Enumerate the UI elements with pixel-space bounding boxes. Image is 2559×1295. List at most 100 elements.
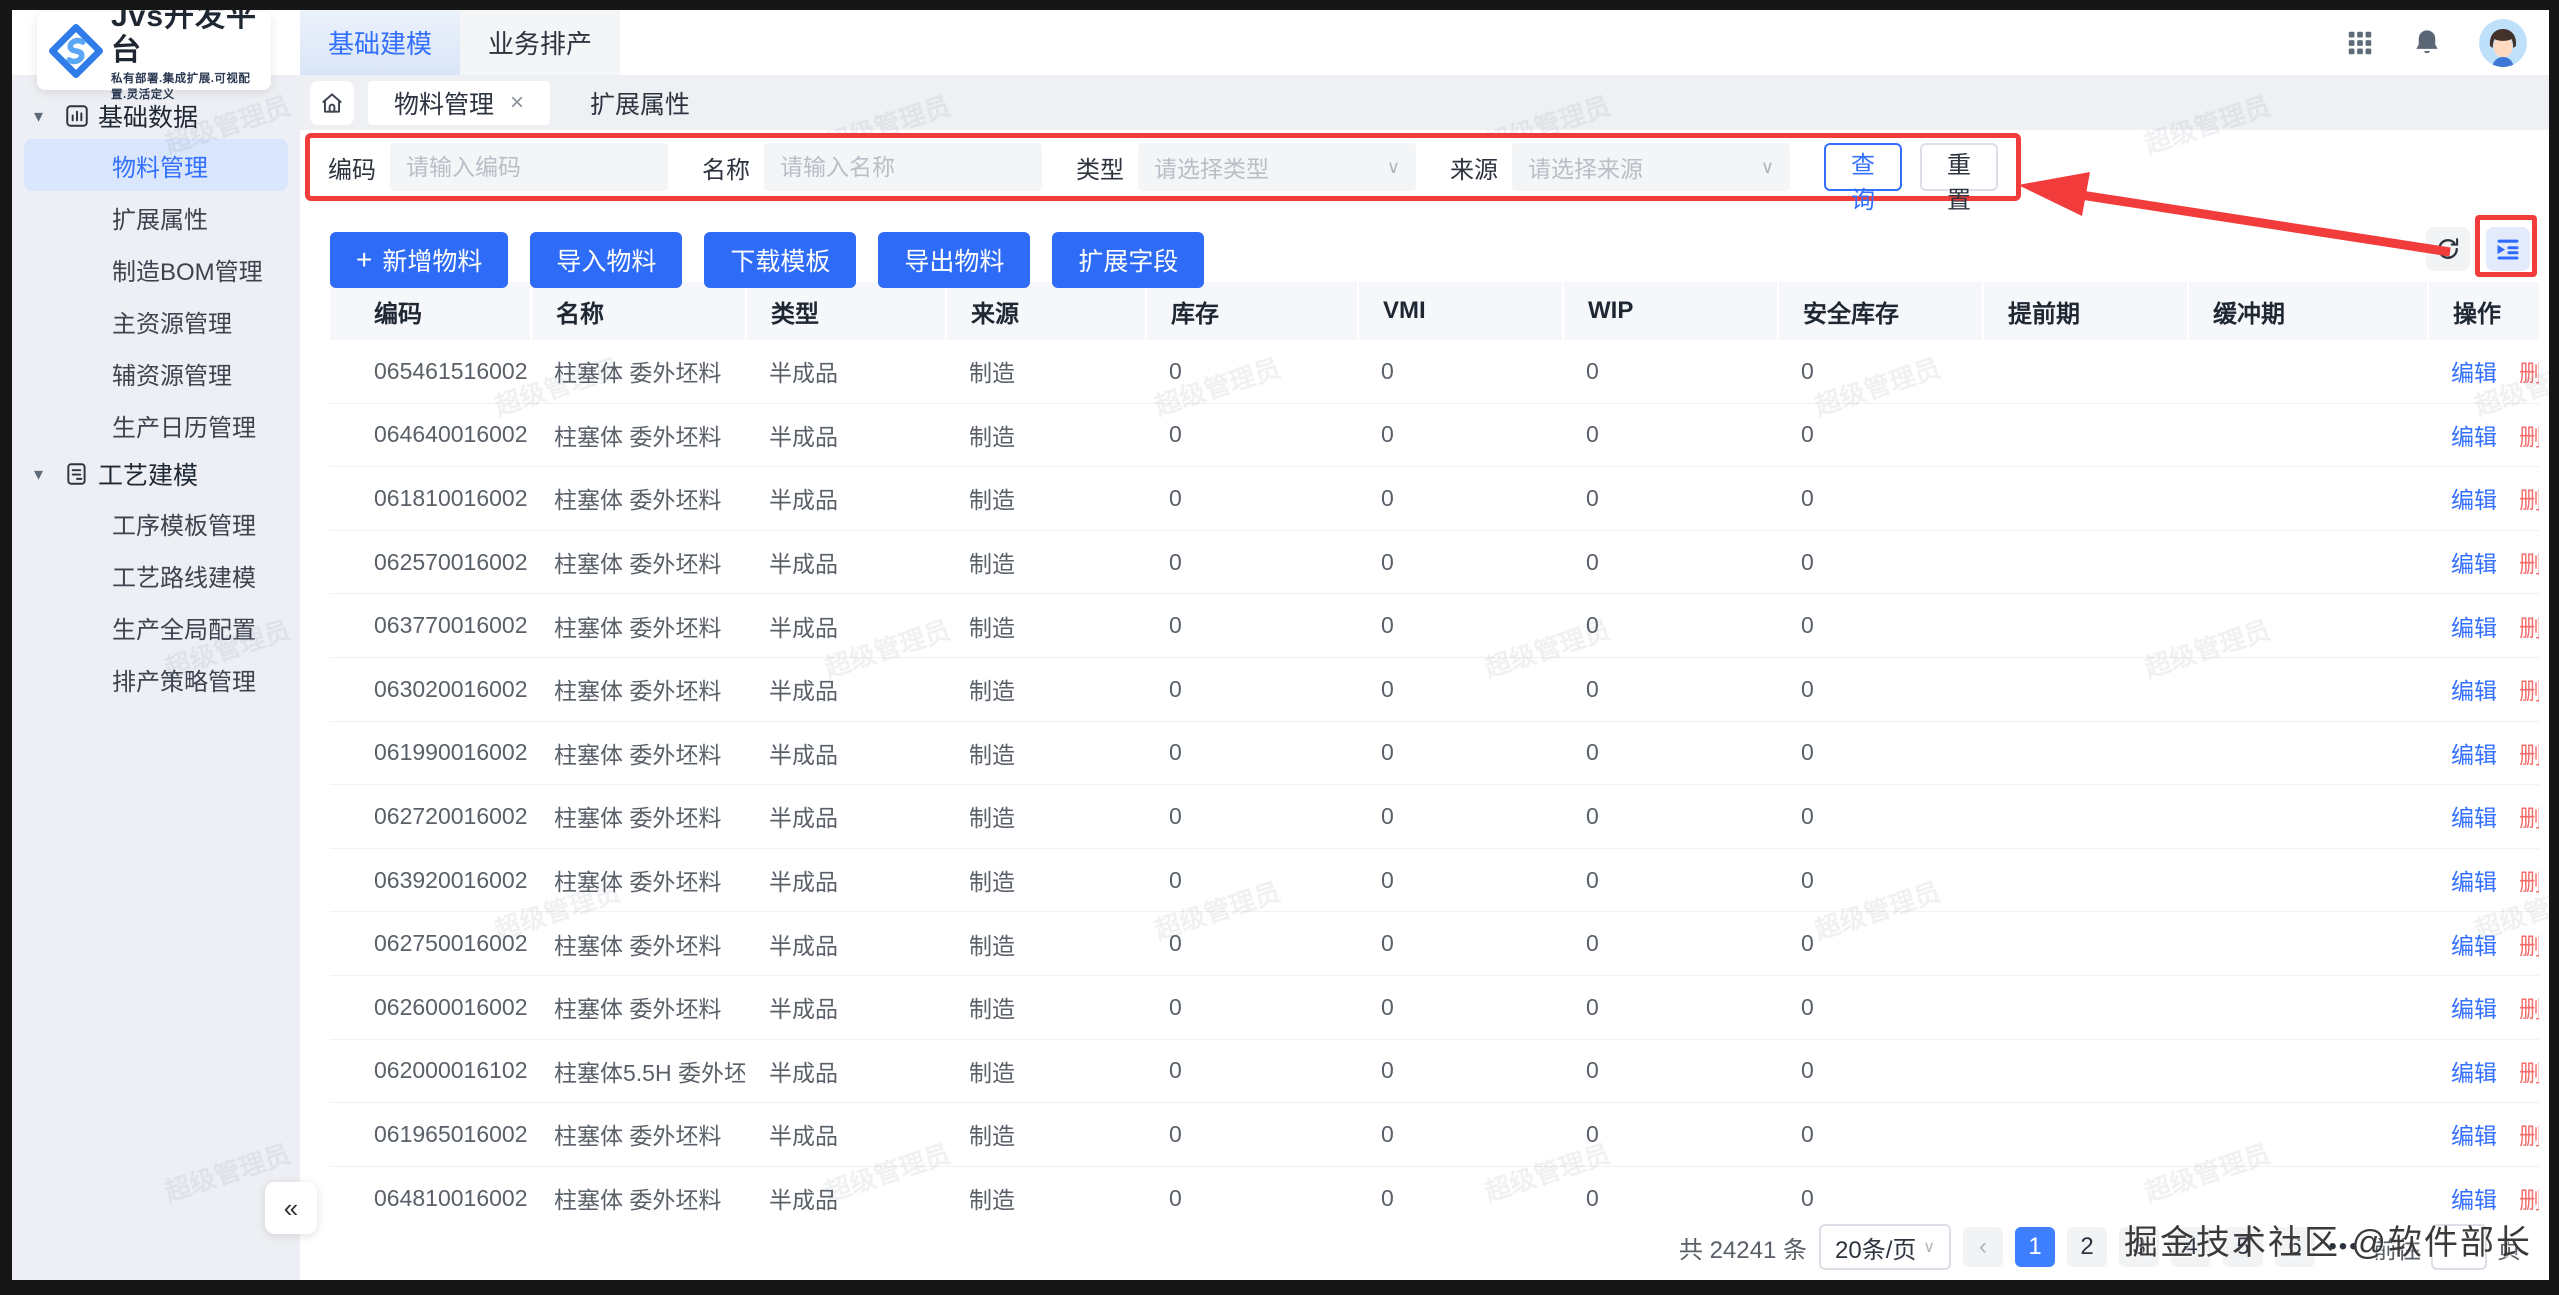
cell-9 [2187, 849, 2427, 912]
delete-link[interactable]: 删除 [2519, 1181, 2539, 1212]
filter-input-0[interactable] [390, 143, 668, 191]
sidebar-item-1-3[interactable]: 排产策略管理 [24, 653, 288, 705]
sidebar-group-1[interactable]: ▾工艺建模 [12, 451, 300, 497]
refresh-button[interactable] [2426, 227, 2470, 271]
user-avatar[interactable] [2479, 19, 2527, 67]
header-cell-8: 提前期 [1982, 282, 2187, 340]
page-tab-1[interactable]: 扩展属性 [564, 81, 716, 125]
page-button-6[interactable]: 6 [2275, 1227, 2315, 1267]
toolbar-button-0[interactable]: +新增物料 [330, 232, 508, 288]
apps-grid-icon[interactable] [2345, 28, 2375, 58]
page-button-1[interactable]: 1 [2015, 1227, 2055, 1267]
edit-link[interactable]: 编辑 [2451, 736, 2497, 770]
sidebar-item-1-0[interactable]: 工序模板管理 [24, 497, 288, 549]
page-button-3[interactable]: 3 [2119, 1227, 2159, 1267]
edit-link[interactable]: 编辑 [2451, 418, 2497, 452]
filter-select-2[interactable]: 请选择类型∨ [1138, 143, 1416, 191]
filter-bar-annotation-box: 编码名称类型请选择类型∨来源请选择来源∨ 查询 重置 [305, 133, 2021, 201]
sidebar-item-0-4[interactable]: 辅资源管理 [24, 347, 288, 399]
filter-label-0: 编码 [328, 150, 376, 185]
app-window: 基础建模业务排产 [12, 10, 2549, 1280]
header-cell-6: WIP [1562, 282, 1777, 340]
process-doc-icon [64, 461, 98, 487]
edit-link[interactable]: 编辑 [2451, 545, 2497, 579]
delete-link[interactable]: 删除 [2519, 799, 2539, 833]
edit-link[interactable]: 编辑 [2451, 990, 2497, 1024]
page-size-select[interactable]: 20条/页 ∨ [1819, 1224, 1951, 1270]
cell-3: 制造 [945, 467, 1145, 530]
page-ellipsis[interactable]: ••• [2327, 1233, 2361, 1261]
toolbar-button-4[interactable]: 扩展字段 [1052, 232, 1204, 288]
sidebar-item-0-5[interactable]: 生产日历管理 [24, 399, 288, 451]
home-tab-button[interactable] [310, 81, 354, 125]
delete-link[interactable]: 删除 [2519, 1054, 2539, 1088]
edit-link[interactable]: 编辑 [2451, 481, 2497, 515]
cell-7: 0 [1777, 976, 1982, 1039]
cell-0: 063020016002 [330, 658, 530, 721]
delete-link[interactable]: 删除 [2519, 609, 2539, 643]
total-count-label: 共 24241 条 [1679, 1230, 1807, 1265]
delete-link[interactable]: 删除 [2519, 354, 2539, 388]
top-nav-tab-1[interactable]: 业务排产 [460, 10, 620, 75]
prev-page-button[interactable]: ‹ [1963, 1227, 2003, 1267]
edit-link[interactable]: 编辑 [2451, 1181, 2497, 1212]
notification-bell-icon[interactable] [2411, 27, 2443, 59]
toolbar-button-3[interactable]: 导出物料 [878, 232, 1030, 288]
filter-select-placeholder: 请选择来源 [1528, 150, 1643, 184]
edit-link[interactable]: 编辑 [2451, 799, 2497, 833]
plus-icon: + [356, 244, 372, 276]
page-tab-0[interactable]: 物料管理× [368, 81, 550, 125]
cell-0: 062570016002 [330, 531, 530, 594]
cell-2: 半成品 [745, 912, 945, 975]
delete-link[interactable]: 删除 [2519, 736, 2539, 770]
top-header: 基础建模业务排产 [12, 10, 2549, 75]
delete-link[interactable]: 删除 [2519, 418, 2539, 452]
cell-6: 0 [1562, 594, 1777, 657]
cell-2: 半成品 [745, 976, 945, 1039]
sidebar-item-0-0[interactable]: 物料管理 [24, 139, 288, 191]
delete-link[interactable]: 删除 [2519, 672, 2539, 706]
bar-chart-icon [64, 103, 98, 129]
column-settings-button[interactable] [2486, 227, 2530, 271]
toolbar-button-2[interactable]: 下载模板 [704, 232, 856, 288]
delete-link[interactable]: 删除 [2519, 863, 2539, 897]
sidebar-item-0-3[interactable]: 主资源管理 [24, 295, 288, 347]
close-icon[interactable]: × [510, 89, 524, 117]
edit-link[interactable]: 编辑 [2451, 354, 2497, 388]
sidebar-item-1-2[interactable]: 生产全局配置 [24, 601, 288, 653]
delete-link[interactable]: 删除 [2519, 1117, 2539, 1151]
edit-link[interactable]: 编辑 [2451, 927, 2497, 961]
edit-link[interactable]: 编辑 [2451, 1054, 2497, 1088]
filter-select-3[interactable]: 请选择来源∨ [1512, 143, 1790, 191]
sidebar-item-0-1[interactable]: 扩展属性 [24, 191, 288, 243]
sidebar-item-0-2[interactable]: 制造BOM管理 [24, 243, 288, 295]
edit-link[interactable]: 编辑 [2451, 609, 2497, 643]
reset-button[interactable]: 重置 [1920, 143, 1998, 191]
cell-1: 柱塞体 委外坯料 [530, 658, 745, 721]
cell-9 [2187, 658, 2427, 721]
delete-link[interactable]: 删除 [2519, 481, 2539, 515]
top-nav-tab-0[interactable]: 基础建模 [300, 10, 460, 75]
table-row: 063770016002柱塞体 委外坯料半成品制造0000编辑删除 [330, 594, 2539, 658]
toolbar-button-1[interactable]: 导入物料 [530, 232, 682, 288]
delete-link[interactable]: 删除 [2519, 545, 2539, 579]
filter-label-2: 类型 [1076, 150, 1124, 185]
edit-link[interactable]: 编辑 [2451, 863, 2497, 897]
delete-link[interactable]: 删除 [2519, 990, 2539, 1024]
page-button-4[interactable]: 4 [2171, 1227, 2211, 1267]
delete-link[interactable]: 删除 [2519, 927, 2539, 961]
edit-link[interactable]: 编辑 [2451, 672, 2497, 706]
query-button[interactable]: 查询 [1824, 143, 1902, 191]
sidebar-item-1-1[interactable]: 工艺路线建模 [24, 549, 288, 601]
table-row: 062750016002柱塞体 委外坯料半成品制造0000编辑删除 [330, 912, 2539, 976]
edit-link[interactable]: 编辑 [2451, 1117, 2497, 1151]
cell-4: 0 [1145, 849, 1357, 912]
sidebar-collapse-button[interactable]: « [265, 1182, 317, 1234]
cell-7: 0 [1777, 340, 1982, 403]
page-button-5[interactable]: 5 [2223, 1227, 2263, 1267]
table-row: 064640016002柱塞体 委外坯料半成品制造0000编辑删除 [330, 404, 2539, 468]
page-button-2[interactable]: 2 [2067, 1227, 2107, 1267]
cell-5: 0 [1357, 912, 1562, 975]
page-jump-input[interactable] [2431, 1224, 2487, 1270]
filter-input-1[interactable] [764, 143, 1042, 191]
